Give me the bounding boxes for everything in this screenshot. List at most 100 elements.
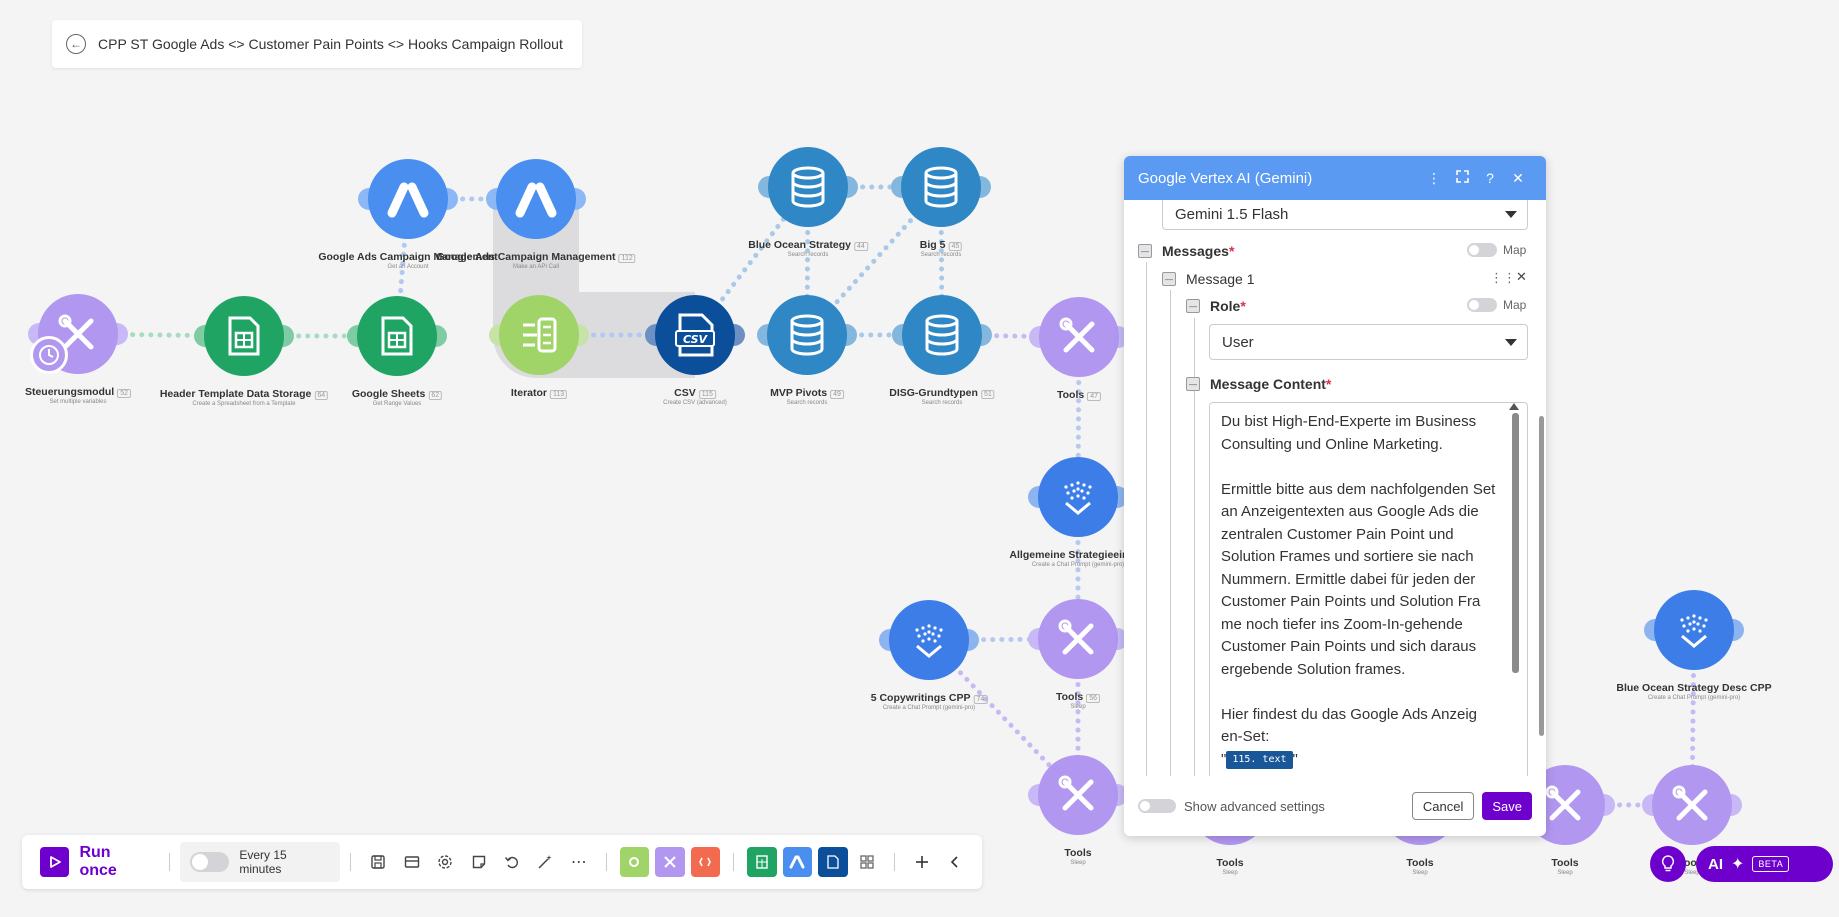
module-label: Tools 56 [1056,691,1101,703]
module-operation: Create a Chat Prompt (gemini-pro) [882,705,976,711]
model-select[interactable]: Gemini 1.5 Flash [1162,200,1528,230]
collapse-checkbox-icon[interactable]: — [1162,272,1176,286]
message-content-label: Message Content* [1210,376,1332,392]
module-tools1[interactable]: Tools 47 [1029,297,1129,401]
module-id-badge: 51 [980,390,995,399]
magic-wand-icon[interactable] [529,845,562,879]
back-arrow-icon[interactable]: ← [66,34,86,54]
gemini-icon[interactable] [889,600,969,680]
advanced-toggle-switch[interactable] [1138,799,1176,813]
iterator-icon[interactable] [499,295,579,375]
module-gsheets[interactable]: Google Sheets 62 Get Range Values [347,296,447,407]
message-1-row: — Message 1 [1162,271,1254,287]
gear-icon[interactable] [428,845,461,879]
toolbar-separator [894,853,896,871]
ai-label: AI [1708,855,1723,873]
database-icon[interactable] [901,147,981,227]
textarea-scrollbar[interactable] [1512,413,1519,673]
database-icon[interactable] [902,295,982,375]
content-paragraph: Du bist High-End-Experte im Business Con… [1221,413,1477,453]
module-gads2[interactable]: Google Ads Campaign Management 112 Make an… [436,159,636,270]
google-sheets-icon[interactable] [357,296,437,376]
notes-icon[interactable] [462,845,495,879]
module-header[interactable]: Header Template Data Storage 64 Create a S… [160,296,329,407]
chevron-left-icon[interactable] [939,845,972,879]
module-big5[interactable]: Big 5 45 Search records [891,147,991,258]
map-label: Map [1503,243,1527,257]
collapse-checkbox-icon[interactable]: — [1186,299,1200,313]
messages-map-toggle[interactable]: Map [1467,243,1526,257]
schedule-control[interactable]: Every 15 minutes [180,842,341,882]
messages-label: Messages* [1162,243,1235,259]
undo-icon[interactable] [495,845,528,879]
message-content-textarea[interactable]: Du bist High-End-Experte im Business Con… [1209,402,1528,776]
role-row: — Role* [1186,298,1246,314]
lightbulb-icon[interactable] [1650,846,1686,882]
module-tools7[interactable]: Tools Sleep [1642,765,1742,876]
module-csv[interactable]: CSV CSV 115 Create CSV (advanced) [645,295,745,406]
apps-grid-icon[interactable] [851,845,884,879]
gemini-icon[interactable] [1654,590,1734,670]
csv-icon[interactable]: CSV [655,295,735,375]
add-module-icon[interactable] [905,845,938,879]
close-icon[interactable]: ✕ [1504,170,1532,187]
tools-icon[interactable] [655,847,685,877]
run-once-label: Run once [79,844,117,879]
schedule-label: Every 15 minutes [239,848,287,876]
content-paragraph: Ermittle bitte aus dem nachfolgenden Set… [1221,480,1496,678]
kebab-menu-icon[interactable]: ⋮ [1420,170,1448,187]
module-iterator[interactable]: Iterator 113 [489,295,589,399]
scheduling-settings-icon[interactable] [395,845,428,879]
more-icon[interactable]: ⋯ [562,845,595,879]
role-map-toggle[interactable]: Map [1467,298,1526,312]
schedule-toggle[interactable] [190,852,230,872]
remove-message-icon[interactable]: ✕ [1516,269,1527,285]
csv-icon[interactable] [818,847,848,877]
save-icon[interactable] [361,845,394,879]
tools-icon[interactable] [1652,765,1732,845]
gemini-icon[interactable] [1038,457,1118,537]
module-bocpp[interactable]: Blue Ocean Strategy Desc CPP Create a Cha… [1616,590,1772,701]
mapped-variable-pill[interactable]: 115. text [1226,750,1293,769]
module-operation: Get Range Values [372,401,422,407]
text-parser-icon[interactable] [690,847,721,877]
run-once-button[interactable]: Run once [32,843,159,881]
module-copy5[interactable]: 5 Copywritings CPP 74 Create a Chat Prompt… [871,600,988,711]
save-button[interactable]: Save [1482,792,1532,820]
collapse-checkbox-icon[interactable]: — [1186,377,1200,391]
role-select[interactable]: User [1209,324,1528,360]
tools-icon[interactable] [1039,297,1119,377]
module-tools3[interactable]: Tools Sleep [1028,755,1128,866]
ai-assistant-button[interactable]: AI ✦ BETA [1696,846,1833,882]
module-blueocean[interactable]: Blue Ocean Strategy 44 Search records [748,147,868,258]
flow-control-icon[interactable] [619,847,650,877]
panel-scrollbar[interactable] [1539,416,1544,736]
advanced-settings-toggle[interactable]: Show advanced settings [1138,799,1412,814]
scroll-up-arrow-icon[interactable] [1509,403,1519,410]
google-sheets-icon[interactable] [204,296,284,376]
schedule-clock-icon[interactable] [30,336,68,374]
map-toggle-switch[interactable] [1467,243,1497,257]
drag-handle-icon[interactable]: ⋮⋮ [1490,270,1516,286]
help-icon[interactable]: ? [1476,170,1504,186]
google-sheets-icon[interactable] [747,847,777,877]
collapse-checkbox-icon[interactable]: — [1138,244,1152,258]
google-ads-icon[interactable] [368,159,448,239]
module-id-badge: 47 [1087,392,1102,401]
module-gads1[interactable]: Google Ads Campaign Management Get an Acc… [318,159,498,270]
database-icon[interactable] [768,147,848,227]
google-ads-icon[interactable] [782,847,813,877]
module-label: DISG-Grundtypen 51 [889,387,995,399]
database-icon[interactable] [767,295,847,375]
expand-icon[interactable] [1448,170,1476,186]
module-mvp[interactable]: MVP Pivots 49 Search records [757,295,857,406]
module-tools2[interactable]: Tools 56 Sleep [1028,599,1128,710]
map-toggle-switch[interactable] [1467,298,1497,312]
tools-icon[interactable] [1038,755,1118,835]
message-content-row: — Message Content* [1186,376,1331,392]
cancel-button[interactable]: Cancel [1411,792,1475,820]
google-ads-icon[interactable] [496,159,576,239]
module-disg[interactable]: DISG-Grundtypen 51 Search records [889,295,995,406]
tools-icon[interactable] [1038,599,1118,679]
module-allg[interactable]: Allgemeine Strategieeinsch Create a Chat … [1009,457,1147,568]
